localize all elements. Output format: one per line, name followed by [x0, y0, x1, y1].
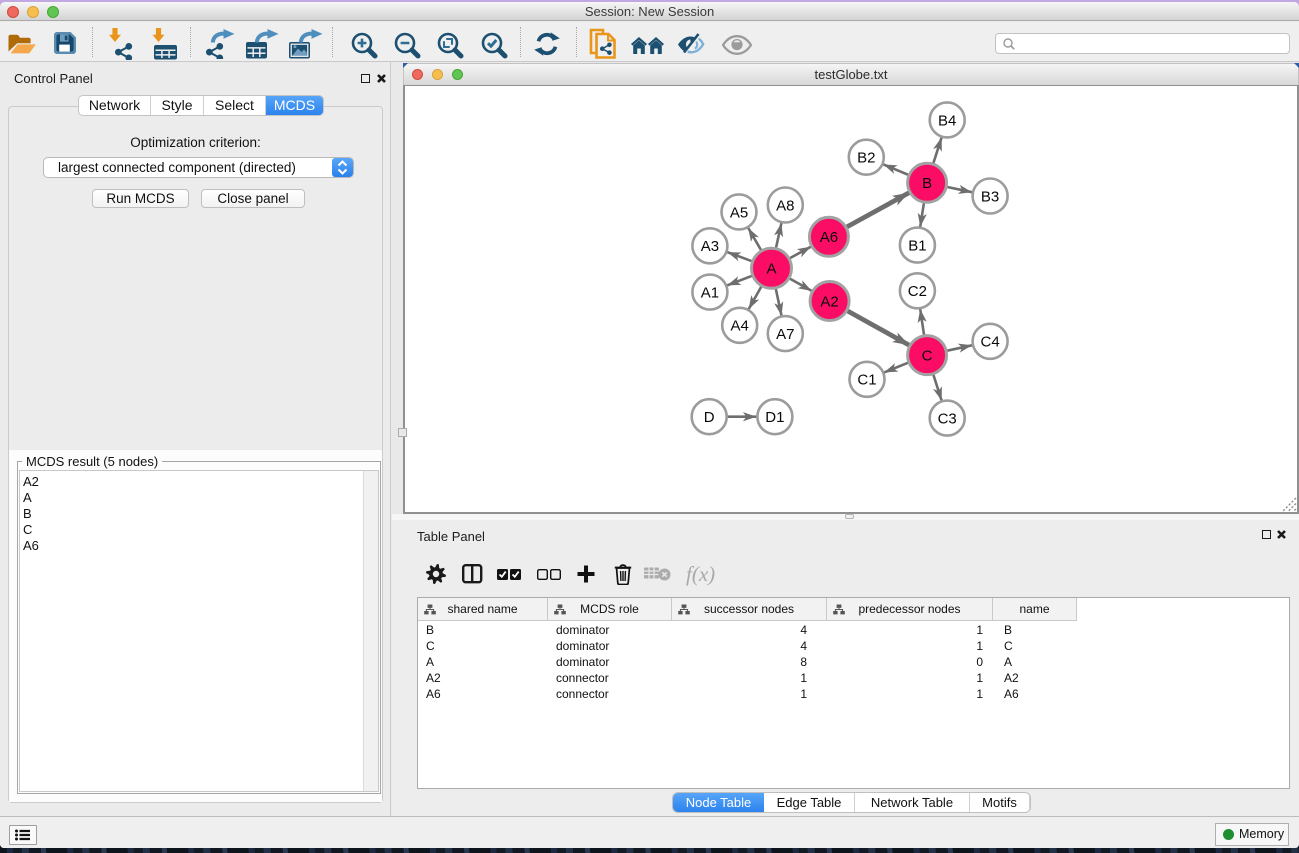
svg-text:A4: A4: [731, 318, 749, 335]
svg-text:B2: B2: [857, 150, 875, 167]
svg-text:B: B: [922, 175, 932, 192]
svg-text:f(x): f(x): [686, 562, 715, 586]
svg-text:A: A: [766, 261, 776, 278]
svg-text:A3: A3: [701, 238, 719, 255]
svg-text:B1: B1: [908, 238, 926, 255]
svg-text:A5: A5: [730, 204, 748, 221]
svg-text:A6: A6: [820, 229, 838, 246]
svg-text:D1: D1: [765, 409, 784, 426]
svg-text:C2: C2: [908, 283, 927, 300]
svg-text:D: D: [704, 409, 715, 426]
svg-text:A2: A2: [820, 293, 838, 310]
svg-text:C1: C1: [857, 372, 876, 389]
svg-text:C4: C4: [981, 334, 1000, 351]
svg-text:C: C: [922, 348, 933, 365]
svg-text:A7: A7: [776, 326, 794, 343]
svg-text:A8: A8: [776, 197, 794, 214]
svg-text:C3: C3: [938, 411, 957, 428]
svg-text:A1: A1: [701, 285, 719, 302]
svg-text:B3: B3: [981, 188, 999, 205]
svg-text:B4: B4: [938, 112, 956, 129]
